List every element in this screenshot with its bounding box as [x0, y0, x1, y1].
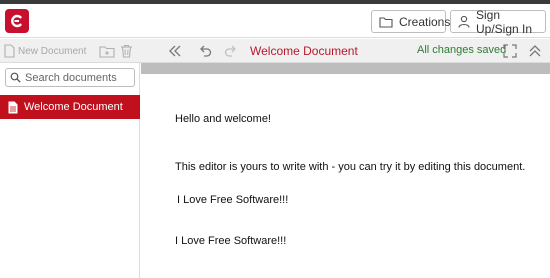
creations-label: Creations: [399, 14, 451, 29]
search-input[interactable]: [25, 71, 125, 84]
editor-line[interactable]: Hello and welcome!: [175, 113, 271, 125]
sidebar-item-welcome-document[interactable]: Welcome Document: [0, 95, 140, 119]
new-document-icon: [4, 44, 15, 58]
redo-icon[interactable]: [224, 44, 238, 58]
editor-line[interactable]: This editor is yours to write with - you…: [175, 161, 525, 173]
logo-icon[interactable]: [5, 9, 29, 33]
editor-area: Hello and welcome! This editor is yours …: [141, 63, 550, 278]
editor-document[interactable]: Hello and welcome! This editor is yours …: [141, 74, 550, 278]
collapse-sidebar-icon[interactable]: [168, 44, 182, 58]
sign-in-label: Sign Up/Sign In: [476, 7, 533, 36]
document-title[interactable]: Welcome Document: [250, 44, 358, 58]
toolbar-left: New Document: [0, 39, 140, 63]
document-sidebar: Welcome Document: [0, 63, 140, 278]
editor-line[interactable]: I Love Free Software!!!: [175, 235, 286, 247]
editor-line[interactable]: I Love Free Software!!!: [177, 194, 288, 206]
trash-icon[interactable]: [120, 44, 133, 58]
creations-button[interactable]: Creations: [371, 10, 450, 33]
search-icon: [10, 72, 21, 83]
save-status: All changes saved: [417, 44, 507, 56]
sign-in-button[interactable]: Sign Up/Sign In: [450, 7, 546, 36]
collapse-toolbar-icon[interactable]: [528, 44, 542, 58]
new-document-label: New Document: [18, 45, 87, 57]
document-icon: [8, 101, 18, 114]
editor-top-bar: [141, 63, 550, 74]
sidebar-item-label: Welcome Document: [24, 101, 123, 113]
fullscreen-icon[interactable]: [503, 44, 517, 58]
toolbar-right: Welcome Document All changes saved: [140, 39, 550, 63]
folder-icon: [379, 16, 393, 28]
undo-icon[interactable]: [198, 44, 212, 58]
new-folder-icon[interactable]: [99, 45, 115, 58]
search-box: [5, 68, 135, 87]
user-icon: [458, 15, 470, 28]
toolbar: New Document Welcome Document All change…: [0, 39, 550, 63]
new-document-button[interactable]: New Document: [4, 44, 86, 58]
app-header: Creations Sign Up/Sign In: [0, 4, 550, 38]
